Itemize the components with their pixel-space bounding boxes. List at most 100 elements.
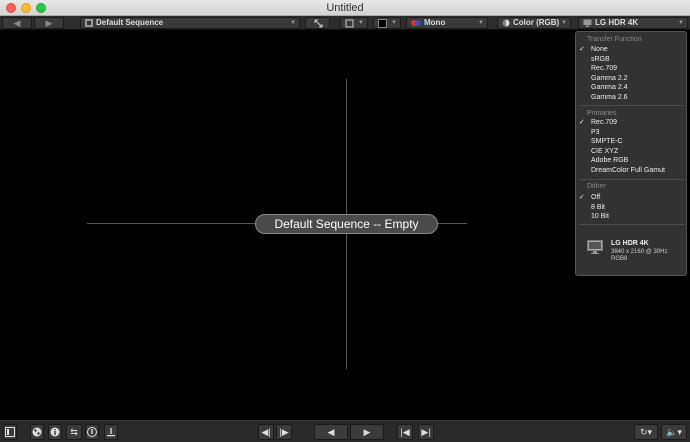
download-icon <box>106 428 116 439</box>
menu-item-transfer[interactable]: sRGB <box>591 55 610 64</box>
display-settings-menu: Transfer Function ✓ None sRGB Rec.709 Gamma … <box>575 31 687 276</box>
close-window-button[interactable] <box>6 3 16 13</box>
menu-item-label: 8 Bit <box>591 203 606 211</box>
menu-item-label: Gamma 2.2 <box>591 74 628 82</box>
chevron-down-icon: ▼ <box>358 20 364 26</box>
menu-item-primaries[interactable]: ✓ Rec.709 <box>579 118 618 127</box>
fit-to-window-button[interactable] <box>305 17 330 29</box>
menu-divider <box>580 105 684 106</box>
export-button[interactable] <box>85 424 99 440</box>
chevron-down-icon: ▼ <box>391 20 397 26</box>
info-button[interactable] <box>48 424 62 440</box>
menu-item-transfer[interactable]: Gamma 2.6 <box>591 93 628 102</box>
swap-arrows-icon: ⇆ <box>70 427 78 437</box>
color-mode-label: Color (RGB) <box>513 18 560 27</box>
expand-arrows-icon <box>314 19 323 31</box>
menu-item-primaries[interactable]: Adobe RGB <box>591 156 628 165</box>
menu-item-label: DreamColor Full Gamut <box>591 166 665 174</box>
frame-icon <box>345 19 354 31</box>
window-title: Untitled <box>326 2 364 14</box>
color-mode-selector[interactable]: Color (RGB) ▼ <box>497 17 571 29</box>
menu-item-dither[interactable]: 10 Bit <box>591 212 609 221</box>
menu-item-label: CIE XYZ <box>591 147 619 155</box>
volume-button[interactable]: 🔈▾ <box>661 424 687 440</box>
menu-item-transfer[interactable]: Gamma 2.4 <box>591 83 628 92</box>
chevron-down-icon: ▼ <box>678 20 684 26</box>
monitor-icon <box>587 240 603 254</box>
menu-item-transfer[interactable]: Rec.709 <box>591 64 617 73</box>
chevron-down-icon: ▼ <box>561 20 567 26</box>
menu-item-label: P3 <box>591 128 600 136</box>
step-forward-icon: |▶ <box>279 427 289 437</box>
zoom-window-button[interactable] <box>36 3 46 13</box>
film-strip-icon <box>5 427 15 439</box>
color-palette-icon <box>32 427 42 439</box>
play-icon: ▶ <box>363 427 371 437</box>
next-frame-button[interactable]: |▶ <box>276 424 292 440</box>
checkmark-icon: ✓ <box>579 194 585 201</box>
chevron-down-icon: ▼ <box>478 20 484 26</box>
skip-forward-icon: ▶| <box>421 427 431 437</box>
menu-item-transfer[interactable]: Gamma 2.2 <box>591 74 628 83</box>
sequence-selector[interactable]: Default Sequence ▼ <box>80 17 300 29</box>
speaker-icon: 🔈▾ <box>666 427 682 437</box>
display-resolution: 3840 x 2160 @ 30Hz <box>611 249 668 255</box>
minimize-window-button[interactable] <box>21 3 31 13</box>
swap-button[interactable]: ⇆ <box>66 424 82 440</box>
menu-divider <box>580 179 684 180</box>
step-back-icon: ◀| <box>261 427 271 437</box>
menu-item-dither[interactable]: 8 Bit <box>591 203 605 212</box>
checkmark-icon: ✓ <box>579 46 585 53</box>
forward-button[interactable]: ▶ <box>34 17 64 29</box>
menu-item-label: 10 Bit <box>591 213 609 220</box>
channel-selector[interactable]: Mono ▼ <box>406 17 488 29</box>
display-selector[interactable]: LG HDR 4K ▼ <box>578 17 688 29</box>
color-wheel-icon <box>502 19 510 30</box>
transfer-function-heading: Transfer Function <box>587 36 642 43</box>
menu-item-label: Gamma 2.6 <box>591 93 628 101</box>
background-color-selector[interactable]: ▼ <box>373 17 401 29</box>
arrow-left-icon: ◀ <box>13 18 21 28</box>
toolbar: ◀ ▶ Default Sequence ▼ ▼ ▼ Mono ▼ Color <box>0 16 690 30</box>
export-icon <box>87 427 97 439</box>
menu-item-primaries[interactable]: DreamColor Full Gamut <box>591 166 665 175</box>
display-format: RGB8 <box>611 256 628 262</box>
menu-item-label: Off <box>591 194 601 201</box>
display-label: LG HDR 4K <box>595 18 639 27</box>
menu-item-label: sRGB <box>591 55 610 63</box>
go-to-start-button[interactable]: |◀ <box>397 424 413 440</box>
chevron-down-icon: ▼ <box>290 20 296 26</box>
overlay-selector[interactable]: ▼ <box>340 17 368 29</box>
loop-mode-button[interactable]: ↻▾ <box>634 424 658 440</box>
info-icon <box>50 427 60 439</box>
previous-frame-button[interactable]: ◀| <box>258 424 274 440</box>
window-titlebar: Untitled <box>0 0 690 16</box>
menu-item-label: Rec.709 <box>591 119 618 126</box>
play-reverse-icon: ◀ <box>327 427 335 437</box>
primaries-heading: Primaries <box>587 110 617 117</box>
menu-item-dither[interactable]: ✓ Off <box>579 193 601 202</box>
menu-item-primaries[interactable]: P3 <box>591 128 600 137</box>
back-button[interactable]: ◀ <box>2 17 32 29</box>
skip-back-icon: |◀ <box>400 427 410 437</box>
menu-item-primaries[interactable]: SMPTE-C <box>591 137 623 146</box>
play-button[interactable]: ▶ <box>350 424 384 440</box>
go-to-end-button[interactable]: ▶| <box>418 424 434 440</box>
menu-divider <box>580 224 684 225</box>
bottom-toolbar: ⇆ ◀| |▶ ◀ ▶ |◀ ▶| ↻▾ 🔈▾ <box>0 420 690 442</box>
display-icon <box>583 19 592 30</box>
clip-info-button[interactable] <box>3 424 17 440</box>
mono-label: Mono <box>424 18 446 27</box>
loop-icon: ↻▾ <box>639 427 653 437</box>
color-button[interactable] <box>30 424 44 440</box>
menu-item-primaries[interactable]: CIE XYZ <box>591 147 618 156</box>
play-reverse-button[interactable]: ◀ <box>314 424 348 440</box>
checkmark-icon: ✓ <box>579 119 585 126</box>
dither-heading: Dither <box>587 183 606 190</box>
display-name: LG HDR 4K <box>611 240 649 247</box>
import-button[interactable] <box>104 424 118 440</box>
arrow-right-icon: ▶ <box>45 18 53 28</box>
sequence-icon <box>85 19 93 30</box>
menu-item-label: SMPTE-C <box>591 138 623 145</box>
menu-item-transfer[interactable]: ✓ None <box>579 45 608 54</box>
